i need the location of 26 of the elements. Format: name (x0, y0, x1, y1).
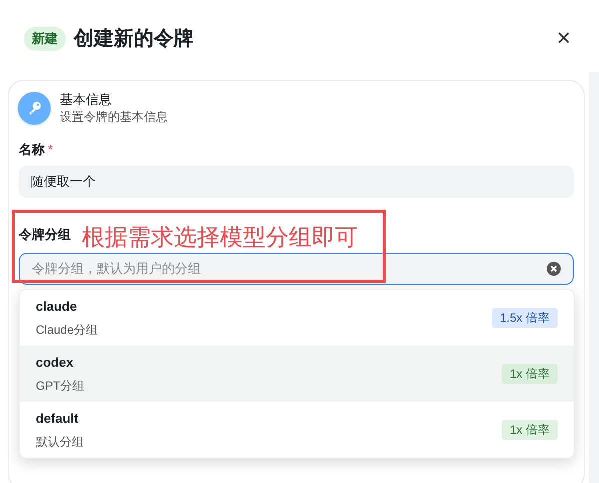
field-label: 令牌分组 (19, 226, 71, 242)
group-select[interactable]: 令牌分组，默认为用户的分组 (19, 252, 574, 284)
key-icon (18, 92, 51, 124)
group-option[interactable]: claude Claude分组 1.5x 倍率 (20, 290, 574, 346)
group-select-field[interactable]: 令牌分组，默认为用户的分组 (32, 258, 547, 278)
option-name: claude (36, 298, 78, 316)
field-label: 名称 (19, 141, 45, 159)
close-button[interactable]: × (556, 27, 571, 51)
option-name: codex (36, 354, 75, 372)
name-field[interactable]: 随便取一个 (19, 166, 574, 198)
option-description: Claude分组 (36, 322, 100, 339)
option-description: 默认分组 (36, 434, 85, 451)
new-badge: 新建 (24, 27, 66, 51)
group-option[interactable]: codex GPT分组 1x 倍率 (20, 346, 574, 402)
section-subtitle: 设置令牌的基本信息 (60, 109, 168, 125)
clear-icon[interactable] (547, 262, 561, 276)
group-option[interactable]: default 默认分组 1x 倍率 (20, 402, 574, 458)
ratio-tag: 1x 倍率 (502, 420, 558, 440)
annotation-text: 根据需求选择模型分组即可 (82, 223, 358, 252)
section-title: 基本信息 (60, 91, 113, 109)
ratio-tag: 1x 倍率 (502, 364, 558, 384)
required-mark: * (48, 141, 54, 159)
ratio-tag: 1.5x 倍率 (492, 308, 558, 328)
dialog-title: 创建新的令牌 (74, 26, 194, 52)
option-name: default (36, 410, 80, 428)
option-description: GPT分组 (36, 378, 86, 395)
